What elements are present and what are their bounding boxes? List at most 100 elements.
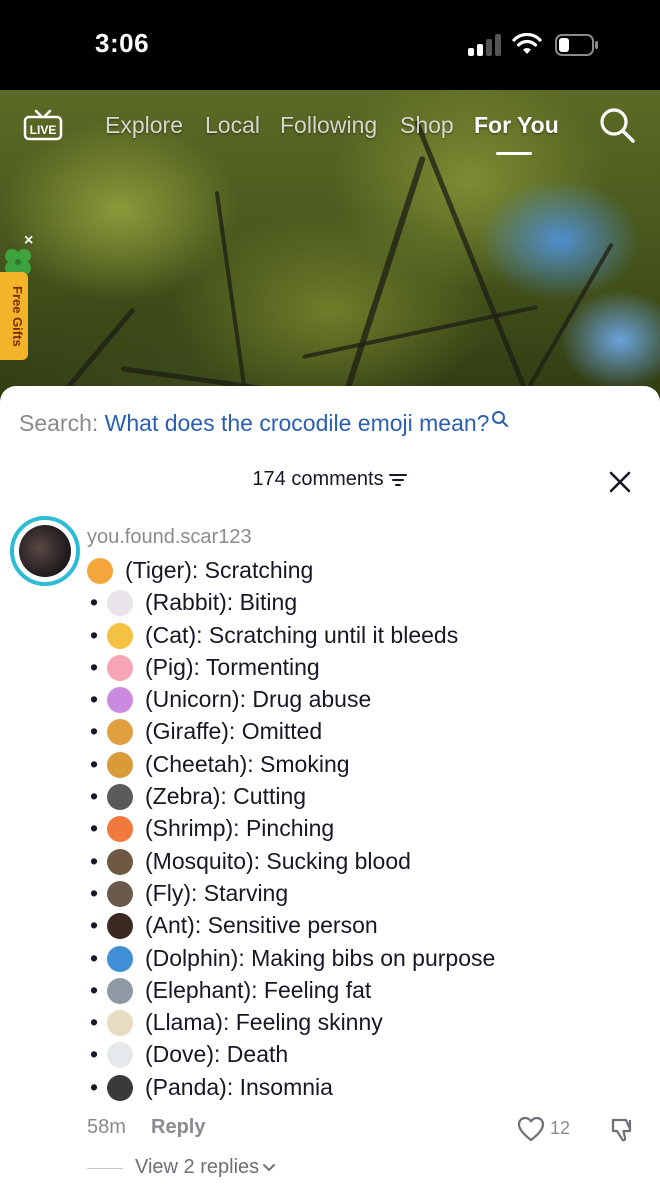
comment-line: • (Fly): Starving — [87, 877, 647, 909]
bullet: • — [89, 944, 99, 971]
unicorn-icon — [107, 687, 133, 714]
bullet: • — [89, 686, 99, 713]
status-time: 3:06 — [95, 28, 150, 58]
live-icon[interactable]: LIVE — [22, 108, 64, 142]
comment-line: • (Shrimp): Pinching — [87, 812, 647, 844]
search-prefix: Search: — [19, 410, 99, 436]
tab-shop[interactable]: Shop — [400, 112, 454, 139]
search-query-link[interactable]: What does the crocodile emoji mean? — [105, 410, 490, 436]
avatar[interactable] — [10, 516, 80, 586]
bullet: • — [89, 815, 99, 842]
comment-line: • (Dolphin): Making bibs on purpose — [87, 942, 647, 974]
comment-line-text: (Tiger): Scratching — [125, 557, 314, 583]
bullet: • — [89, 879, 99, 906]
comment-line: • (Rabbit): Biting — [87, 586, 647, 618]
comment-line: • (Llama): Feeling skinny — [87, 1006, 647, 1038]
cat-face-icon — [107, 622, 133, 649]
search-icon[interactable] — [598, 106, 636, 144]
like-count: 12 — [550, 1118, 571, 1138]
comment-line: • (Pig): Tormenting — [87, 651, 647, 683]
dolphin-icon — [107, 945, 133, 972]
zebra-icon — [107, 784, 133, 811]
comment-line-text: (Panda): Insomnia — [145, 1073, 333, 1100]
comment-line-text: (Shrimp): Pinching — [145, 815, 335, 842]
tab-local[interactable]: Local — [205, 112, 260, 139]
bullet: • — [89, 589, 99, 616]
comment-line-text: (Zebra): Cutting — [145, 783, 307, 810]
view-replies-label: View 2 replies — [135, 1156, 276, 1179]
comment-line: • (Cat): Scratching until it bleeds — [87, 619, 647, 651]
top-nav: LIVE Explore Local Following Shop For Yo… — [0, 100, 660, 160]
tab-explore[interactable]: Explore — [105, 112, 183, 139]
comment-line: • (Ant): Sensitive person — [87, 909, 647, 941]
shrimp-icon — [107, 816, 133, 843]
comment-line: • (Unicorn): Drug abuse — [87, 683, 647, 715]
comment-line: • (Giraffe): Omitted — [87, 715, 647, 747]
mosquito-icon — [107, 848, 133, 875]
gifts-label: Free Gifts — [10, 285, 25, 347]
comment-line-text: (Dove): Death — [145, 1041, 289, 1068]
comments-count: 174 comments — [0, 468, 660, 491]
leopard-icon — [107, 751, 133, 778]
comment-line: • (Elephant): Feeling fat — [87, 974, 647, 1006]
comments-count-label: 174 comments — [252, 468, 384, 490]
dislike-icon[interactable] — [609, 1116, 637, 1144]
tiger-face-icon — [87, 558, 113, 584]
bullet: • — [89, 976, 99, 1003]
comment-line: • (Zebra): Cutting — [87, 780, 647, 812]
signal-icon — [468, 34, 504, 56]
comment-line-text: (Unicorn): Drug abuse — [145, 686, 372, 713]
rabbit-face-icon — [107, 590, 133, 617]
replies-divider — [87, 1168, 123, 1169]
bullet: • — [89, 1073, 99, 1100]
comment-line-text: (Pig): Tormenting — [145, 653, 320, 680]
wifi-icon — [512, 32, 542, 54]
comment-line-text: (Rabbit): Biting — [145, 589, 298, 616]
comment-line: • (Dove): Death — [87, 1038, 647, 1070]
comment-footer: 58m Reply 12 — [87, 1116, 647, 1146]
elephant-icon — [107, 977, 133, 1004]
pig-face-icon — [107, 654, 133, 681]
comment-line-text: (Cat): Scratching until it bleeds — [145, 621, 459, 648]
comment-line: • (Mosquito): Sucking blood — [87, 845, 647, 877]
view-replies-button[interactable]: View 2 replies — [87, 1156, 387, 1182]
comment-text: (Tiger): Scratching • (Rabbit): Biting • (Ca… — [87, 554, 647, 1103]
llama-icon — [107, 1010, 133, 1037]
comment-line-text: (Fly): Starving — [145, 879, 289, 906]
search-suggestion[interactable]: Search: What does the crocodile emoji me… — [19, 410, 509, 437]
comment-line: • (Cheetah): Smoking — [87, 748, 647, 780]
comment-line-text: (Mosquito): Sucking blood — [145, 847, 411, 874]
comments-sheet: Search: What does the crocodile emoji me… — [0, 386, 660, 1200]
battery-icon — [555, 34, 598, 56]
fly-icon — [107, 880, 133, 907]
comment-line-text: (Ant): Sensitive person — [145, 912, 378, 939]
comment-line: • (Panda): Insomnia — [87, 1071, 647, 1103]
tab-following[interactable]: Following — [280, 112, 377, 139]
bullet: • — [89, 653, 99, 680]
bullet: • — [89, 718, 99, 745]
comment-line-text: (Cheetah): Smoking — [145, 750, 350, 777]
comment-username[interactable]: you.found.scar123 — [87, 526, 252, 549]
comment-line-text: (Elephant): Feeling fat — [145, 976, 372, 1003]
bullet: • — [89, 783, 99, 810]
close-icon[interactable] — [606, 468, 634, 496]
bullet: • — [89, 847, 99, 874]
tab-for-you[interactable]: For You — [474, 112, 559, 139]
dove-icon — [107, 1042, 133, 1069]
heart-icon[interactable] — [517, 1116, 545, 1142]
chevron-down-icon — [263, 1163, 276, 1172]
bullet: • — [89, 1041, 99, 1068]
bullet: • — [89, 912, 99, 939]
comment-line-text: (Dolphin): Making bibs on purpose — [145, 944, 496, 971]
active-tab-indicator — [496, 152, 532, 155]
free-gifts-widget[interactable]: × Free Gifts — [0, 232, 40, 362]
status-bar: 3:06 — [0, 0, 660, 90]
panda-face-icon — [107, 1074, 133, 1101]
ant-icon — [107, 913, 133, 940]
comment-line: (Tiger): Scratching — [87, 554, 647, 586]
reply-button[interactable]: Reply — [151, 1116, 205, 1139]
bullet: • — [89, 621, 99, 648]
search-small-icon — [492, 411, 509, 427]
sort-icon[interactable] — [388, 472, 408, 488]
comment-line-text: (Giraffe): Omitted — [145, 718, 323, 745]
